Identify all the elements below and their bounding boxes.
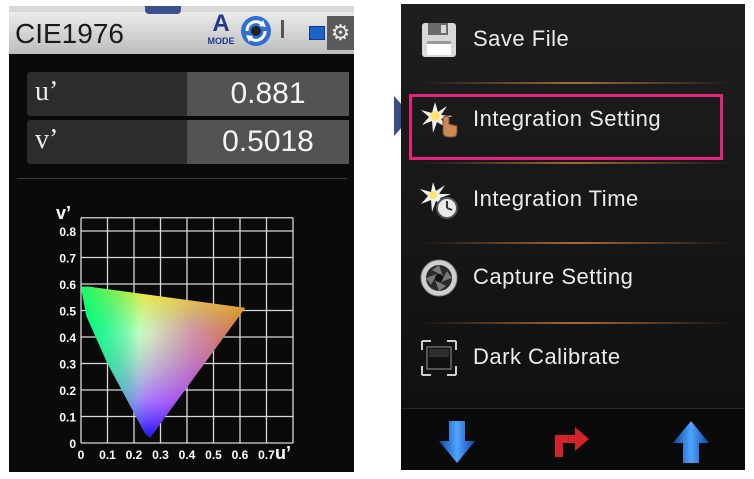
x-tick-label: 0 (78, 448, 85, 462)
cie-display-panel: CIE1976 A MODE ⚙ u’ 0.881 v’ 0.5018 0.8 … (9, 6, 354, 472)
settings-menu-panel: Save File Integration Setting Integratio… (401, 4, 745, 470)
menu-item-label: Integration Time (473, 186, 639, 211)
menu-item-label: Capture Setting (473, 264, 634, 289)
x-tick-label: 0.6 (232, 448, 249, 462)
u-prime-value: 0.881 (187, 72, 349, 116)
v-prime-value: 0.5018 (187, 120, 349, 164)
u-prime-row: u’ 0.881 (27, 72, 349, 116)
u-prime-label: u’ (35, 76, 59, 107)
y-axis-ticks: 0.8 0.7 0.6 0.5 0.4 0.3 0.2 0.1 0 (59, 225, 76, 451)
sync-icon[interactable] (239, 14, 273, 48)
y-tick-label: 0.6 (59, 278, 76, 292)
x-axis-ticks: 0 0.1 0.2 0.3 0.4 0.5 0.6 0.7 (78, 448, 276, 462)
y-tick-label: 0.7 (59, 252, 76, 266)
camera-aperture-icon (420, 259, 458, 297)
x-tick-label: 0.1 (99, 448, 116, 462)
selection-highlight (409, 94, 723, 160)
timer-icon (420, 182, 458, 219)
menu-item-capture-setting[interactable]: Capture Setting (401, 242, 745, 314)
y-tick-label: 0 (69, 437, 76, 451)
dark-frame-icon (421, 340, 457, 376)
tab-strip (9, 6, 354, 12)
menu-item-label: Dark Calibrate (473, 344, 621, 369)
menu-item-dark-calibrate[interactable]: Dark Calibrate (401, 322, 745, 394)
v-prime-label: v’ (35, 124, 59, 155)
navigation-bar (401, 408, 745, 470)
arrow-up-icon[interactable] (671, 421, 711, 463)
y-axis-title: v’ (56, 203, 71, 223)
x-tick-label: 0.2 (126, 448, 143, 462)
y-tick-label: 0.8 (59, 225, 76, 239)
return-arrow-icon[interactable] (553, 425, 593, 461)
separator (17, 178, 347, 179)
cie-diagram: 0.80.70.60.50.40.30.20.10 0 0.1 0.2 0.3 0.4 0… (56, 203, 294, 463)
x-axis-title: u’ (275, 443, 291, 463)
gamut-shape (81, 286, 246, 438)
menu-item-save-file[interactable]: Save File (401, 4, 745, 76)
y-tick-label: 0.5 (59, 305, 76, 319)
mode-button[interactable]: A MODE (205, 12, 237, 50)
divider (281, 20, 284, 38)
arrow-down-icon[interactable] (437, 421, 477, 463)
menu-item-integration-time[interactable]: Integration Time (401, 164, 745, 236)
gear-icon[interactable]: ⚙ (327, 16, 354, 50)
menu-item-label: Save File (473, 26, 570, 51)
tab-indicator[interactable] (145, 6, 181, 14)
x-tick-label: 0.3 (152, 448, 169, 462)
y-tick-label: 0.2 (59, 384, 76, 398)
y-tick-label: 0.4 (59, 331, 76, 345)
mode-label: MODE (207, 36, 235, 46)
page-title: CIE1976 (15, 18, 124, 49)
y-tick-label: 0.1 (59, 411, 76, 425)
x-tick-label: 0.7 (258, 448, 275, 462)
x-tick-label: 0.4 (179, 448, 196, 462)
header-bar: CIE1976 A MODE ⚙ (9, 6, 354, 54)
floppy-disk-icon (422, 23, 456, 57)
y-tick-label: 0.3 (59, 358, 76, 372)
v-prime-row: v’ 0.5018 (27, 120, 349, 164)
x-tick-label: 0.5 (205, 448, 222, 462)
battery-icon (309, 26, 325, 40)
mode-letter: A (212, 10, 230, 37)
